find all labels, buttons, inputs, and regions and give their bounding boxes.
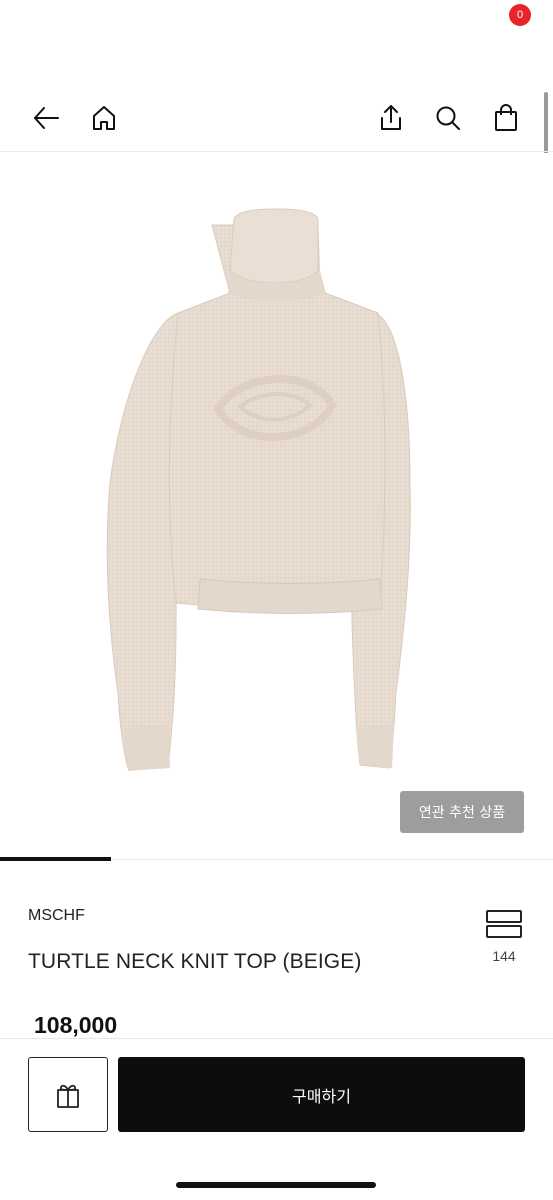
product-image[interactable] [0, 153, 553, 855]
buy-button[interactable]: 구매하기 [118, 1057, 525, 1132]
gift-icon [57, 1084, 79, 1108]
share-button[interactable] [371, 98, 411, 138]
home-icon [93, 106, 115, 130]
home-indicator [176, 1182, 376, 1188]
cart-count-badge: 0 [509, 4, 531, 26]
shopping-bag-icon [495, 104, 517, 131]
back-button[interactable] [26, 98, 66, 138]
product-price: 108,000 [34, 1012, 118, 1038]
gallery-progress-indicator [0, 857, 111, 861]
related-products-button[interactable]: 연관 추천 상품 [400, 791, 524, 833]
top-navigation-bar [0, 88, 553, 152]
search-icon [436, 106, 460, 130]
arrow-left-icon [34, 107, 59, 129]
search-button[interactable] [428, 98, 468, 138]
like-stack-icon [486, 910, 522, 938]
home-button[interactable] [84, 98, 124, 138]
cart-button[interactable] [486, 98, 526, 138]
product-title: TURTLE NECK KNIT TOP (BEIGE) [28, 950, 362, 973]
sweater-image [106, 208, 411, 771]
share-icon [381, 105, 401, 130]
brand-name[interactable]: MSCHF [28, 907, 85, 925]
like-count: 144 [492, 948, 516, 964]
gift-button[interactable] [28, 1057, 108, 1132]
